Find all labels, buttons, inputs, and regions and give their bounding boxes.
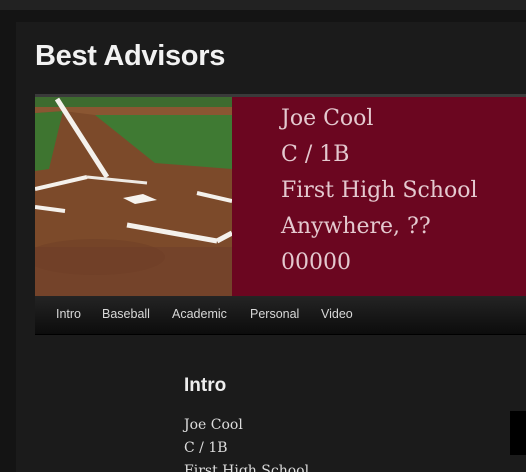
- nav-item-intro[interactable]: Intro: [56, 307, 81, 321]
- player-banner: Joe Cool C / 1B First High School Anywhe…: [35, 94, 526, 296]
- intro-text: Joe Cool C / 1B First High School: [184, 414, 309, 472]
- player-school: First High School: [281, 178, 478, 203]
- top-bar: [0, 0, 526, 10]
- intro-line-position: C / 1B: [184, 440, 228, 456]
- nav-item-video[interactable]: Video: [321, 307, 353, 321]
- player-location: Anywhere, ??: [281, 214, 431, 239]
- nav-item-personal[interactable]: Personal: [250, 307, 299, 321]
- section-heading: Intro: [184, 375, 227, 396]
- nav-item-academic[interactable]: Academic: [172, 307, 227, 321]
- site-title[interactable]: Best Advisors: [35, 40, 225, 73]
- intro-line-school: First High School: [184, 463, 310, 472]
- intro-line-name: Joe Cool: [184, 417, 243, 433]
- side-tab[interactable]: [510, 411, 526, 455]
- player-position: C / 1B: [281, 142, 350, 167]
- page: Best Advisors Joe Cool C / 1B First High…: [0, 0, 526, 472]
- baseball-field-image: [35, 97, 232, 296]
- player-info: Joe Cool C / 1B First High School Anywhe…: [281, 101, 478, 281]
- main-nav: Intro Baseball Academic Personal Video: [35, 296, 526, 335]
- player-zip: 00000: [281, 250, 351, 275]
- player-name: Joe Cool: [281, 106, 374, 131]
- nav-item-baseball[interactable]: Baseball: [102, 307, 150, 321]
